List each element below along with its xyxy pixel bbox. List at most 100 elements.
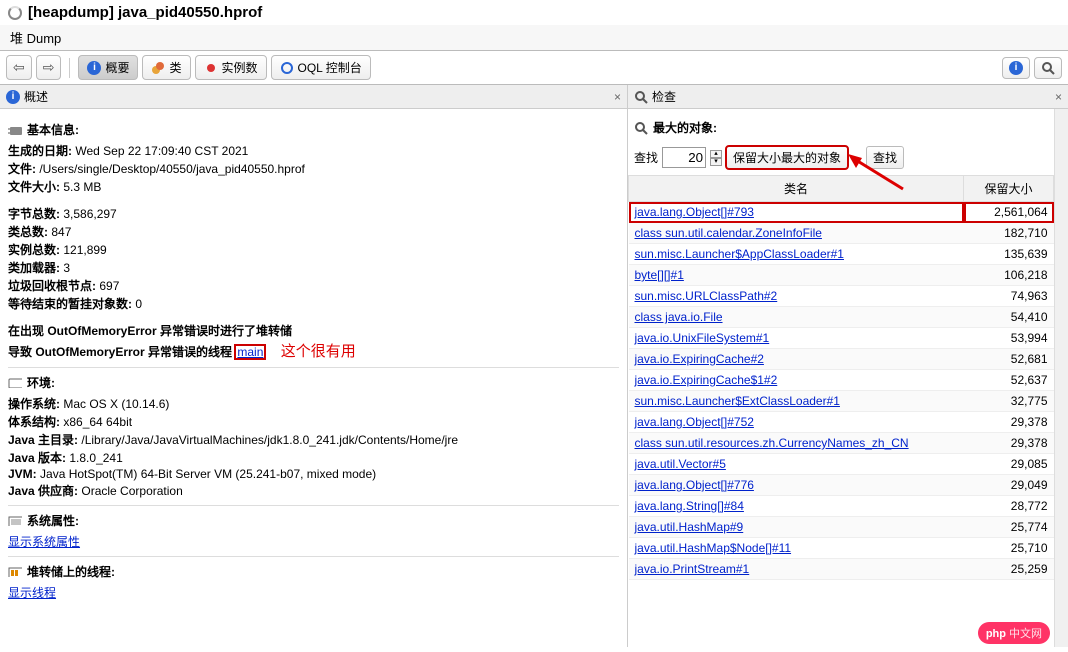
overview-label: 概要 — [105, 59, 129, 76]
overview-button[interactable]: i 概要 — [78, 55, 138, 80]
retained-size: 74,963 — [964, 286, 1054, 307]
table-row[interactable]: java.io.ExpiringCache$1#2 52,637 — [629, 370, 1054, 391]
search-icon — [1041, 61, 1055, 75]
retained-size: 52,681 — [964, 349, 1054, 370]
table-row[interactable]: java.lang.String[]#8428,772 — [629, 496, 1054, 517]
inspect-pane-header: 检查 × — [628, 85, 1068, 109]
close-icon[interactable]: × — [614, 90, 621, 104]
show-sysprops-link[interactable]: 显示系统属性 — [8, 535, 80, 549]
window-title: [heapdump] java_pid40550.hprof — [0, 0, 1068, 25]
table-row[interactable]: java.util.Vector#529,085 — [629, 454, 1054, 475]
separator — [69, 58, 70, 78]
watermark-badge: php中文网 — [978, 622, 1050, 644]
retained-size: 25,710 — [964, 538, 1054, 559]
class-link[interactable]: class java.io.File — [635, 310, 723, 324]
table-row[interactable]: java.io.PrintStream#125,259 — [629, 559, 1054, 580]
class-link[interactable]: class sun.util.resources.zh.CurrencyName… — [635, 436, 909, 450]
class-link[interactable]: class sun.util.calendar.ZoneInfoFile — [635, 226, 822, 240]
nav-forward-button[interactable]: ⇨ — [36, 55, 62, 80]
show-threads-link[interactable]: 显示线程 — [8, 586, 56, 600]
table-row[interactable]: class sun.util.resources.zh.CurrencyName… — [629, 433, 1054, 454]
class-link[interactable]: java.io.ExpiringCache$1#2 — [635, 373, 778, 387]
arrow-right-icon: ⇨ — [43, 59, 55, 76]
table-row[interactable]: java.util.HashMap$Node[]#11 25,710 — [629, 538, 1054, 559]
overview-pane: i 概述 × 基本信息: 生成的日期: Wed Sep 22 17:09:40 … — [0, 85, 628, 647]
table-row[interactable]: class java.io.File 54,410 — [629, 307, 1054, 328]
retained-size: 29,378 — [964, 412, 1054, 433]
class-link[interactable]: byte[][]#1 — [635, 268, 684, 282]
retained-size: 2,561,064 — [964, 202, 1054, 223]
find-count-input[interactable] — [662, 147, 706, 168]
retained-size: 25,774 — [964, 517, 1054, 538]
overview-pane-header: i 概述 × — [0, 85, 627, 109]
retained-size: 106,218 — [964, 265, 1054, 286]
stepper-up-icon[interactable]: ▴ — [710, 150, 722, 158]
environment-heading: 环境: — [8, 374, 619, 391]
instances-icon — [204, 61, 218, 75]
search-icon — [634, 90, 648, 104]
instances-button[interactable]: 实例数 — [195, 55, 267, 80]
chip-icon — [8, 125, 22, 135]
retained-size: 135,639 — [964, 244, 1054, 265]
classes-button[interactable]: 类 — [142, 55, 190, 80]
table-row[interactable]: sun.misc.URLClassPath#2 74,963 — [629, 286, 1054, 307]
annotation-text: 这个很有用 — [281, 343, 356, 360]
table-row[interactable]: java.io.ExpiringCache#2 52,681 — [629, 349, 1054, 370]
class-link[interactable]: sun.misc.Launcher$AppClassLoader#1 — [635, 247, 844, 261]
oql-label: OQL 控制台 — [298, 59, 362, 76]
class-link[interactable]: sun.misc.Launcher$ExtClassLoader#1 — [635, 394, 840, 408]
oom-thread-link[interactable]: main — [235, 345, 265, 359]
col-retain[interactable]: 保留大小 — [964, 176, 1054, 202]
subtitle-bar: 堆 Dump — [0, 25, 1068, 51]
class-link[interactable]: java.lang.Object[]#793 — [635, 205, 754, 219]
class-link[interactable]: java.lang.Object[]#776 — [635, 478, 754, 492]
oql-button[interactable]: OQL 控制台 — [271, 55, 371, 80]
retained-size: 54,410 — [964, 307, 1054, 328]
info-button[interactable]: i — [1002, 57, 1030, 79]
stepper-down-icon[interactable]: ▾ — [710, 158, 722, 166]
find-mode-select[interactable]: 保留大小最大的对象 — [726, 146, 848, 169]
scrollbar[interactable] — [1054, 109, 1068, 647]
class-link[interactable]: java.lang.String[]#84 — [635, 499, 744, 513]
count-stepper[interactable]: ▴ ▾ — [710, 150, 722, 166]
class-link[interactable]: java.io.PrintStream#1 — [635, 562, 750, 576]
overview-content: 基本信息: 生成的日期: Wed Sep 22 17:09:40 CST 202… — [0, 109, 627, 647]
search-button[interactable] — [1034, 57, 1062, 79]
retained-size: 52,637 — [964, 370, 1054, 391]
class-link[interactable]: java.util.HashMap#9 — [635, 520, 744, 534]
table-row[interactable]: java.lang.Object[]#77629,049 — [629, 475, 1054, 496]
toolbar: ⇦ ⇨ i 概要 类 实例数 OQL 控制台 i — [0, 51, 1068, 85]
info-icon: i — [87, 61, 101, 75]
info-icon: i — [6, 90, 20, 104]
class-link[interactable]: java.io.ExpiringCache#2 — [635, 352, 764, 366]
close-icon[interactable]: × — [1055, 90, 1062, 104]
title-text: [heapdump] java_pid40550.hprof — [28, 4, 262, 21]
table-row[interactable]: java.util.HashMap#9 25,774 — [629, 517, 1054, 538]
class-link[interactable]: java.util.HashMap$Node[]#11 — [635, 541, 792, 555]
find-button[interactable]: 查找 — [866, 146, 904, 169]
overview-pane-title: 概述 — [24, 88, 48, 105]
table-row[interactable]: java.lang.Object[]#752 29,378 — [629, 412, 1054, 433]
classes-icon — [151, 61, 165, 75]
info-icon: i — [1009, 61, 1023, 75]
class-link[interactable]: java.lang.Object[]#752 — [635, 415, 754, 429]
find-label: 查找 — [634, 149, 658, 166]
table-row[interactable]: java.lang.Object[]#793 2,561,064 — [629, 202, 1054, 223]
retained-size: 29,378 — [964, 433, 1054, 454]
col-class[interactable]: 类名 — [629, 176, 964, 202]
inspect-pane: 检查 × 最大的对象: 查找 ▴ ▾ 保留大小最大的对象 查找 — [628, 85, 1068, 647]
list-icon — [8, 516, 22, 526]
table-row[interactable]: java.io.UnixFileSystem#153,994 — [629, 328, 1054, 349]
retained-size: 182,710 — [964, 223, 1054, 244]
class-link[interactable]: java.io.UnixFileSystem#1 — [635, 331, 770, 345]
table-row[interactable]: sun.misc.Launcher$ExtClassLoader#1 32,775 — [629, 391, 1054, 412]
table-row[interactable]: byte[][]#1 106,218 — [629, 265, 1054, 286]
table-row[interactable]: sun.misc.Launcher$AppClassLoader#1 135,63… — [629, 244, 1054, 265]
retained-size: 32,775 — [964, 391, 1054, 412]
nav-back-button[interactable]: ⇦ — [6, 55, 32, 80]
class-link[interactable]: java.util.Vector#5 — [635, 457, 726, 471]
classes-label: 类 — [169, 59, 181, 76]
class-link[interactable]: sun.misc.URLClassPath#2 — [635, 289, 778, 303]
table-row[interactable]: class sun.util.calendar.ZoneInfoFile 182,… — [629, 223, 1054, 244]
instances-label: 实例数 — [222, 59, 258, 76]
